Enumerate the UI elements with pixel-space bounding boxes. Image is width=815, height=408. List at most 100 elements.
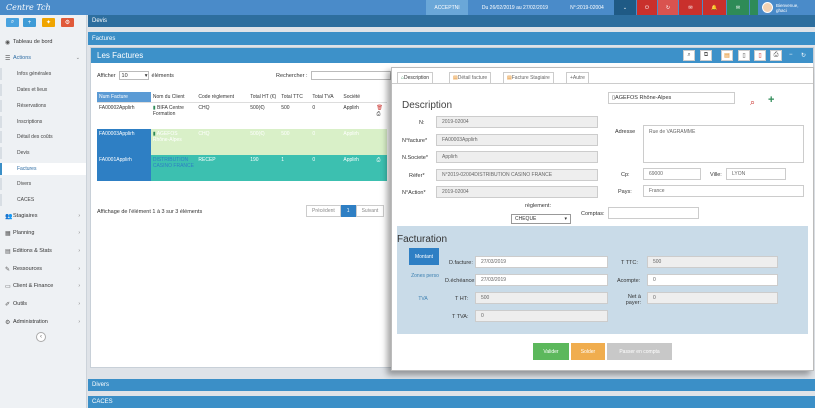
client-select[interactable]: ▯ AGEFOS Rhône-Alpes (608, 92, 735, 104)
field-dfacture[interactable]: 27/03/2019 (475, 256, 608, 268)
tab-tva[interactable]: TVA (413, 296, 433, 302)
sidebar-item-actions[interactable]: ☰ Actions ⌄ (0, 51, 86, 65)
tab-montant[interactable]: Montant (409, 248, 439, 265)
field-naction[interactable]: 2019-02004 (436, 186, 598, 198)
settings-icon[interactable]: ⚙ (61, 18, 74, 27)
prev-button[interactable]: Précédent (306, 205, 341, 217)
label-nfacture: N°facture* (402, 138, 428, 144)
field-decheance[interactable]: 27/03/2019 (475, 274, 608, 286)
field-pays[interactable]: France (643, 185, 804, 197)
page-size-select[interactable]: 10 ▾ (118, 71, 149, 80)
field-adresse[interactable]: Rue de VAGRAMME (643, 125, 804, 163)
field-n[interactable]: 2019-02004 (436, 116, 598, 128)
tab-detail-facture[interactable]: ▤ Détail facture (449, 72, 492, 83)
column-header[interactable]: Total TTC (279, 92, 311, 103)
wrench-icon: ✎ (5, 266, 11, 273)
show-label: Afficher (97, 72, 116, 79)
next-button[interactable]: Suivant (355, 205, 385, 217)
sidebar-item-administration[interactable]: ⚙ Administration › (0, 315, 86, 329)
tab-zones-perso[interactable]: Zones perso (411, 273, 439, 279)
page-button[interactable]: 1 (340, 205, 356, 217)
field-cp[interactable]: 69000 (643, 168, 701, 180)
tab-facture-stagiaire[interactable]: ▤ Facture Stagiaire (503, 72, 554, 83)
table-row[interactable]: FA0001Applirh DISTRIBUTION CASINO FRANCE… (97, 154, 387, 181)
search-input[interactable] (310, 71, 391, 80)
minimize-icon[interactable]: − (789, 52, 793, 58)
column-header[interactable]: Société (341, 92, 375, 103)
cell-ht: 500(€) (250, 105, 265, 111)
sidebar-subitem[interactable]: Divers (0, 178, 86, 190)
field-net[interactable]: 0 (647, 292, 778, 304)
search-icon[interactable]: ⌕ (750, 97, 755, 108)
collapse-sidebar-icon[interactable]: ‹ (36, 332, 46, 342)
field-comptas[interactable] (608, 207, 699, 219)
field-ht[interactable]: 500 (475, 292, 608, 304)
sidebar-subitem[interactable]: CACES (0, 194, 86, 206)
sidebar-subitem[interactable]: Inscriptions (0, 116, 86, 128)
print-icon[interactable]: ⎙ (770, 50, 782, 61)
sidebar-item-editions[interactable]: ▤ Editions & Stats › (0, 244, 86, 258)
user-menu[interactable]: Bienvenue, ghaci (776, 0, 814, 15)
print-icon[interactable]: ⎙ (377, 157, 381, 163)
sidebar-subitem[interactable]: Réservations (0, 100, 86, 112)
field-tva[interactable]: 0 (475, 310, 608, 322)
entries-label: éléments (151, 72, 174, 79)
field-nfacture[interactable]: FA00003Applirh (436, 134, 598, 146)
column-header[interactable]: Total TVA (310, 92, 342, 103)
field-nsociete[interactable]: Applirh (436, 151, 598, 163)
sidebar-item-outils[interactable]: ✐ Outils › (0, 297, 86, 311)
power-icon[interactable]: ⏻ (637, 0, 657, 15)
section-bar-divers[interactable]: Divers (88, 379, 815, 391)
search-icon[interactable]: ⌕ (683, 50, 695, 61)
column-header[interactable]: Nom du Client (150, 92, 197, 103)
solder-button[interactable]: Solder (571, 343, 605, 360)
reglement-select[interactable]: CHEQUE ▾ (511, 214, 571, 224)
avatar[interactable] (760, 0, 774, 15)
file-icon[interactable]: ▯ (738, 50, 750, 61)
field-ttc[interactable]: 500 (647, 256, 778, 268)
sidebar-item-ressources[interactable]: ✎ Ressources › (0, 262, 86, 276)
account-button[interactable]: ACCEPTNI (426, 0, 468, 15)
pdf-icon[interactable]: ▯ (754, 50, 766, 61)
column-header[interactable]: Num Facture (97, 92, 151, 103)
sidebar-subitem[interactable]: Infos générales (0, 68, 86, 80)
section-bar-factures[interactable]: Factures (88, 32, 815, 45)
sidebar-item-planning[interactable]: ▦ Planning › (0, 226, 86, 240)
sidebar-item-client-finance[interactable]: ▭ Client & Finance › (0, 279, 86, 293)
stack-icon[interactable]: ▤ (721, 50, 733, 61)
users-icon[interactable]: ✦ (42, 18, 55, 27)
reload-icon[interactable]: ↻ (801, 52, 806, 59)
column-header[interactable]: Total HT (€) (248, 92, 280, 103)
table-row[interactable]: FA00002Applirh ▮ BIFA Centre Formation C… (97, 103, 387, 129)
compta-button[interactable]: Passer en compta (607, 343, 672, 360)
sidebar-item-stagiaires[interactable]: 👥 Stagiaires › (0, 209, 86, 223)
chevron-down-icon[interactable]: ⌄ (614, 0, 636, 15)
inbox-icon[interactable]: ✉ (727, 0, 749, 15)
field-refer[interactable]: N°2019-02004DISTRIBUTION CASINO FRANCE (436, 169, 598, 181)
tab-autre[interactable]: + Autre (566, 72, 589, 83)
table-row[interactable]: FA00003Applirh ▮ AGEFOS Rhône-Alpes CHQ … (97, 128, 387, 155)
column-header[interactable]: Code règlement (196, 92, 249, 103)
validate-button[interactable]: Valider (533, 343, 569, 360)
section-bar-caces[interactable]: CACES (88, 396, 815, 408)
breadcrumb: Devis (88, 15, 815, 27)
sidebar-label: Outils (13, 301, 28, 307)
label-refer: Réfer* (409, 173, 425, 179)
search-icon[interactable]: ⌕ (6, 18, 19, 27)
sidebar-subitem[interactable]: Dates et lieux (0, 84, 86, 96)
field-ville[interactable]: LYON (726, 168, 786, 180)
copy-icon[interactable]: ⧉ (700, 50, 712, 61)
sidebar-subitem-active[interactable]: Factures (0, 163, 86, 175)
sidebar-item-dashboard[interactable]: ◉ Tableau de bord (0, 35, 86, 49)
refresh-icon[interactable]: ↻ (658, 0, 678, 15)
sidebar-subitem[interactable]: Devis (0, 147, 86, 159)
add-icon[interactable]: + (23, 18, 36, 27)
tab-description[interactable]: ⌂ Description (397, 72, 434, 83)
sidebar-subitem[interactable]: Détail des coûts (0, 131, 86, 143)
label-ville: Ville: (710, 172, 722, 178)
field-acompte[interactable]: 0 (647, 274, 778, 286)
print-icon[interactable]: ⎙ (377, 111, 385, 117)
add-icon[interactable]: + (768, 94, 774, 106)
bell-icon[interactable]: 🔔 (703, 0, 726, 15)
mail-icon[interactable]: ✉ (679, 0, 702, 15)
